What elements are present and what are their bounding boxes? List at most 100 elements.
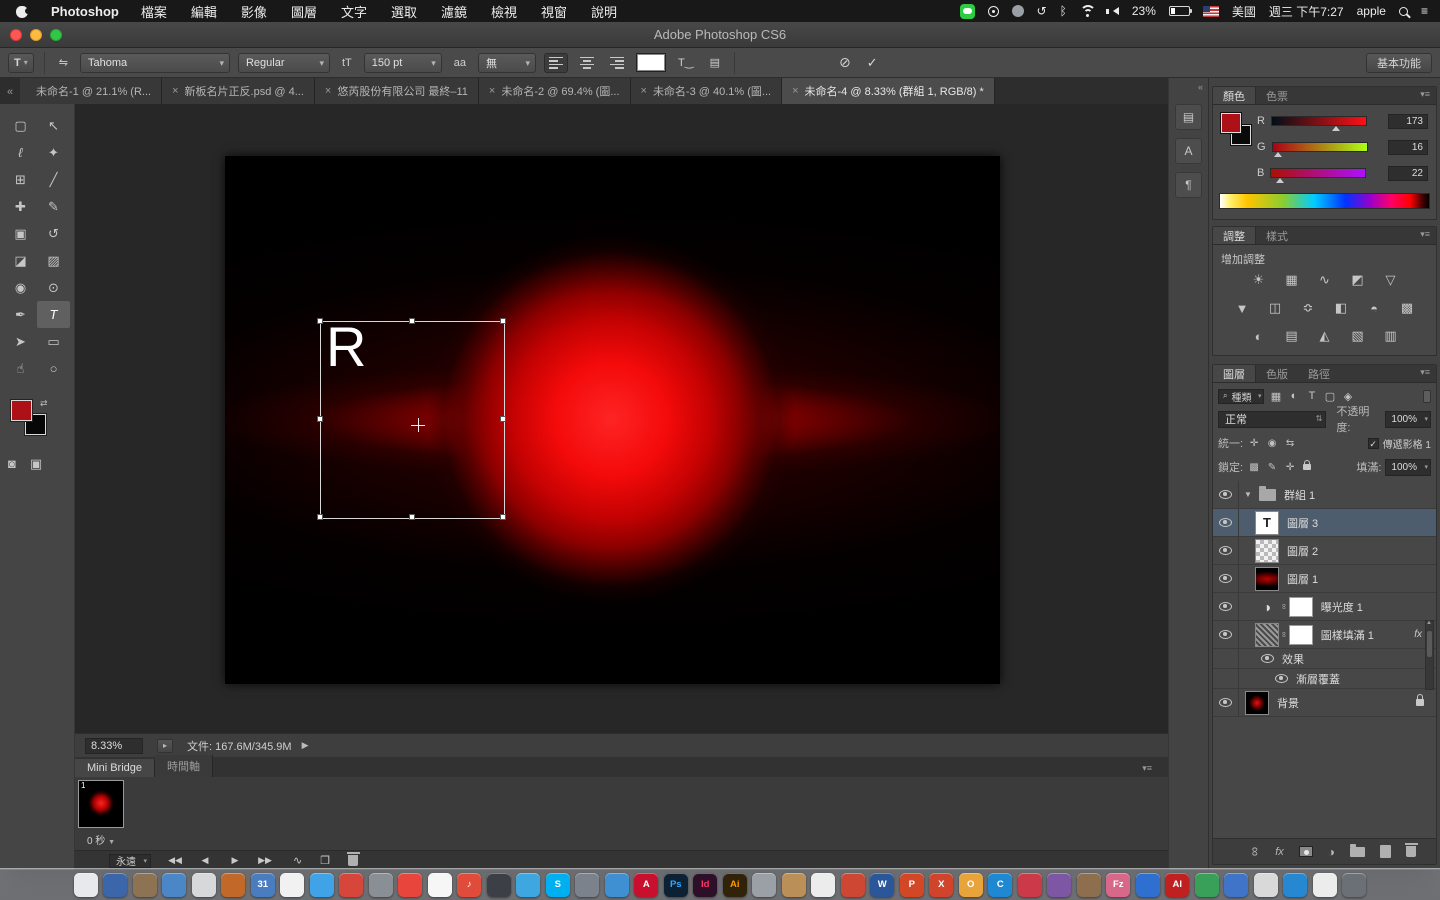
dock-app-icon[interactable]: S [545, 872, 570, 897]
dock-app-icon[interactable]: ♪ [457, 872, 482, 897]
channel-value-field[interactable]: 22 [1388, 165, 1428, 181]
status-expand-icon[interactable]: ▶ [302, 740, 309, 751]
apple-menu-icon[interactable] [16, 4, 31, 18]
text-color-swatch[interactable] [636, 53, 666, 72]
close-window-button[interactable] [10, 29, 22, 41]
panel-tab[interactable]: 調整 [1213, 227, 1256, 244]
fill-select[interactable]: 100% [1385, 458, 1431, 476]
align-right-button[interactable] [606, 54, 628, 72]
dock-app-icon[interactable] [427, 872, 452, 897]
visibility-toggle[interactable] [1213, 481, 1239, 508]
unify-toggle-icon[interactable]: ◉ [1265, 438, 1279, 449]
menu-item[interactable]: 圖層 [291, 2, 317, 21]
adjustment-button[interactable]: ▧ [1348, 327, 1368, 345]
layer-filter-icon[interactable]: T [1304, 390, 1319, 403]
adjustment-button[interactable]: ◭ [1315, 327, 1335, 345]
dock-app-icon[interactable]: A [634, 872, 659, 897]
evernote-status-icon[interactable] [1011, 5, 1024, 17]
first-frame-button[interactable]: ◀◀ [165, 855, 185, 866]
panel-tab[interactable]: 顏色 [1213, 87, 1256, 104]
lock-toggle-icon[interactable]: ✎ [1265, 462, 1279, 473]
adjustment-button[interactable]: ◫ [1265, 299, 1285, 317]
dock-app-icon[interactable]: Ps [663, 872, 688, 897]
lasso-tool[interactable]: ℓ [4, 139, 37, 166]
close-tab-icon[interactable]: × [172, 85, 178, 97]
adjustment-button[interactable]: ≎ [1298, 299, 1318, 317]
time-machine-icon[interactable]: ↺ [1037, 4, 1047, 18]
visibility-toggle[interactable] [1213, 537, 1239, 564]
dock-app-icon[interactable] [604, 872, 629, 897]
quick-mask-button[interactable]: ◙ [8, 456, 16, 472]
menu-item[interactable]: 編輯 [191, 2, 217, 21]
panel-menu-icon[interactable]: ▾≡ [1414, 89, 1436, 100]
adjustment-button[interactable]: ◧ [1331, 299, 1351, 317]
dock-app-icon[interactable] [752, 872, 777, 897]
dock-app-icon[interactable] [191, 872, 216, 897]
transform-handle[interactable] [500, 416, 506, 422]
eraser-tool[interactable]: ◪ [4, 247, 37, 274]
layer-name[interactable]: 圖層 3 [1287, 515, 1318, 531]
next-frame-button[interactable]: ▶▶ [255, 855, 275, 866]
menu-item[interactable]: 檢視 [491, 2, 517, 21]
effect-visibility-toggle[interactable] [1261, 654, 1274, 663]
panel-menu-icon[interactable]: ▾≡ [1414, 367, 1436, 378]
layer-filter-icon[interactable]: ◐ [1286, 390, 1301, 403]
loop-count-select[interactable]: 永遠 [109, 853, 151, 868]
close-tab-icon[interactable]: × [325, 85, 331, 97]
font-style-select[interactable]: Regular [237, 52, 330, 73]
channel-slider[interactable] [1270, 116, 1367, 131]
layer-row-effects[interactable]: ▼ ∞ 效果 fx [1213, 649, 1436, 669]
close-tab-icon[interactable]: × [792, 85, 798, 97]
link-layers-button[interactable]: ∞ [1248, 847, 1263, 856]
dock-app-icon[interactable]: C [988, 872, 1013, 897]
transform-handle[interactable] [500, 514, 506, 520]
layer-thumbnail[interactable] [1255, 538, 1279, 563]
zoom-window-button[interactable] [50, 29, 62, 41]
dock-app-icon[interactable] [162, 872, 187, 897]
slider-thumb[interactable] [1331, 122, 1340, 131]
adjustment-button[interactable]: ◓ [1364, 299, 1384, 317]
tab-scroll-left-icon[interactable]: « [0, 86, 20, 104]
adjustment-button[interactable]: ☀ [1249, 271, 1269, 289]
menu-clock[interactable]: 週三 下午7:27 [1269, 3, 1344, 20]
layer-filter-icon[interactable]: ▦ [1268, 390, 1283, 403]
lock-all-icon[interactable] [1303, 460, 1312, 470]
dock-app-icon[interactable] [103, 872, 128, 897]
warp-text-button[interactable]: T‿ [674, 53, 698, 73]
blur-tool[interactable]: ◉ [4, 274, 37, 301]
layer-name[interactable]: 圖層 1 [1287, 571, 1318, 587]
document-tab[interactable]: × 未命名-3 @ 40.1% (圖... [630, 78, 783, 104]
dock-app-icon[interactable] [1253, 872, 1278, 897]
healing-brush-tool[interactable]: ✚ [4, 193, 37, 220]
dock-app-icon[interactable]: W [870, 872, 895, 897]
layer-thumbnail[interactable] [1255, 622, 1279, 647]
layer-mask-thumbnail[interactable] [1288, 596, 1313, 617]
document-tab[interactable]: × 未命名-2 @ 69.4% (圖... [478, 78, 631, 104]
align-left-button[interactable] [544, 52, 568, 73]
channel-value-field[interactable]: 16 [1388, 139, 1428, 155]
panel-tab[interactable]: 樣式 [1256, 227, 1298, 244]
path-selection-tool[interactable]: ➤ [4, 328, 37, 355]
dodge-tool[interactable]: ⊙ [37, 274, 70, 301]
dock-app-icon[interactable]: Al [1165, 872, 1190, 897]
app-menu-name[interactable]: Photoshop [51, 4, 119, 19]
adjustment-button[interactable]: ▤ [1282, 327, 1302, 345]
document-tab[interactable]: × 新板名片正反.psd @ 4... [162, 78, 315, 104]
previous-frame-button[interactable]: ◀ [195, 855, 215, 866]
transform-handle[interactable] [408, 514, 415, 520]
dock-app-icon[interactable] [280, 872, 305, 897]
panel-foreground-swatch[interactable] [1220, 112, 1242, 134]
panel-menu-icon[interactable]: ▾≡ [1136, 763, 1158, 774]
menu-item[interactable]: 濾鏡 [441, 2, 467, 21]
new-layer-button[interactable] [1380, 845, 1391, 858]
new-group-button[interactable] [1350, 843, 1365, 857]
document-tab[interactable]: × 未命名-4 @ 8.33% (群組 1, RGB/8) * [782, 78, 995, 104]
dock-app-icon[interactable]: Ai [722, 872, 747, 897]
visibility-toggle[interactable] [1213, 621, 1239, 648]
dock-app-icon[interactable] [781, 872, 806, 897]
crop-tool[interactable]: ⊞ [4, 166, 37, 193]
dock-app-icon[interactable] [840, 872, 865, 897]
blend-mode-select[interactable]: 正常 [1218, 410, 1327, 428]
layers-scrollbar[interactable] [1425, 620, 1434, 690]
input-language-label[interactable]: 美國 [1232, 3, 1256, 20]
